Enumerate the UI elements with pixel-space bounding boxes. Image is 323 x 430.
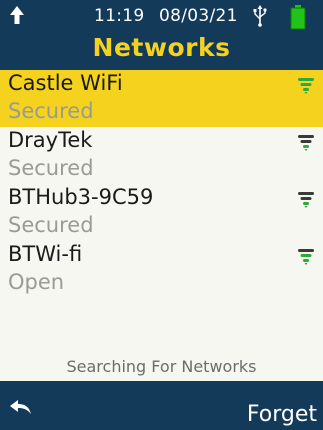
battery-icon xyxy=(290,5,306,30)
network-item-draytek[interactable]: DrayTek Secured xyxy=(0,127,323,184)
network-list: Castle WiFi Secured DrayTek Secured BTHu… xyxy=(0,70,323,298)
forget-button[interactable]: Forget xyxy=(247,402,317,427)
network-security: Secured xyxy=(8,99,94,123)
bottom-bar: Forget xyxy=(0,381,323,430)
wifi-signal-icon xyxy=(298,78,314,94)
network-security: Open xyxy=(8,270,65,294)
top-bar: 11:19 08/03/21 Networks xyxy=(0,0,323,70)
usb-icon xyxy=(253,5,267,27)
back-arrow-icon[interactable] xyxy=(9,399,33,415)
network-item-btwi-fi[interactable]: BTWi-fi Open xyxy=(0,241,323,298)
wifi-signal-icon xyxy=(298,135,314,151)
network-name: Castle WiFi xyxy=(8,71,123,95)
network-item-castle-wifi[interactable]: Castle WiFi Secured xyxy=(0,70,323,127)
network-name: BTWi-fi xyxy=(8,242,83,266)
network-security: Secured xyxy=(8,213,94,237)
up-arrow-icon[interactable] xyxy=(9,5,25,25)
page-title: Networks xyxy=(92,33,231,62)
status-time: 11:19 xyxy=(94,6,145,26)
search-status: Searching For Networks xyxy=(66,357,257,376)
network-name: DrayTek xyxy=(8,128,93,152)
status-bar: 11:19 08/03/21 xyxy=(0,4,323,30)
wifi-signal-icon xyxy=(298,192,314,208)
network-item-bthub3-9c59[interactable]: BTHub3-9C59 Secured xyxy=(0,184,323,241)
network-name: BTHub3-9C59 xyxy=(8,185,154,209)
wifi-signal-icon xyxy=(298,249,314,265)
status-date: 08/03/21 xyxy=(159,6,238,26)
network-security: Secured xyxy=(8,156,94,180)
